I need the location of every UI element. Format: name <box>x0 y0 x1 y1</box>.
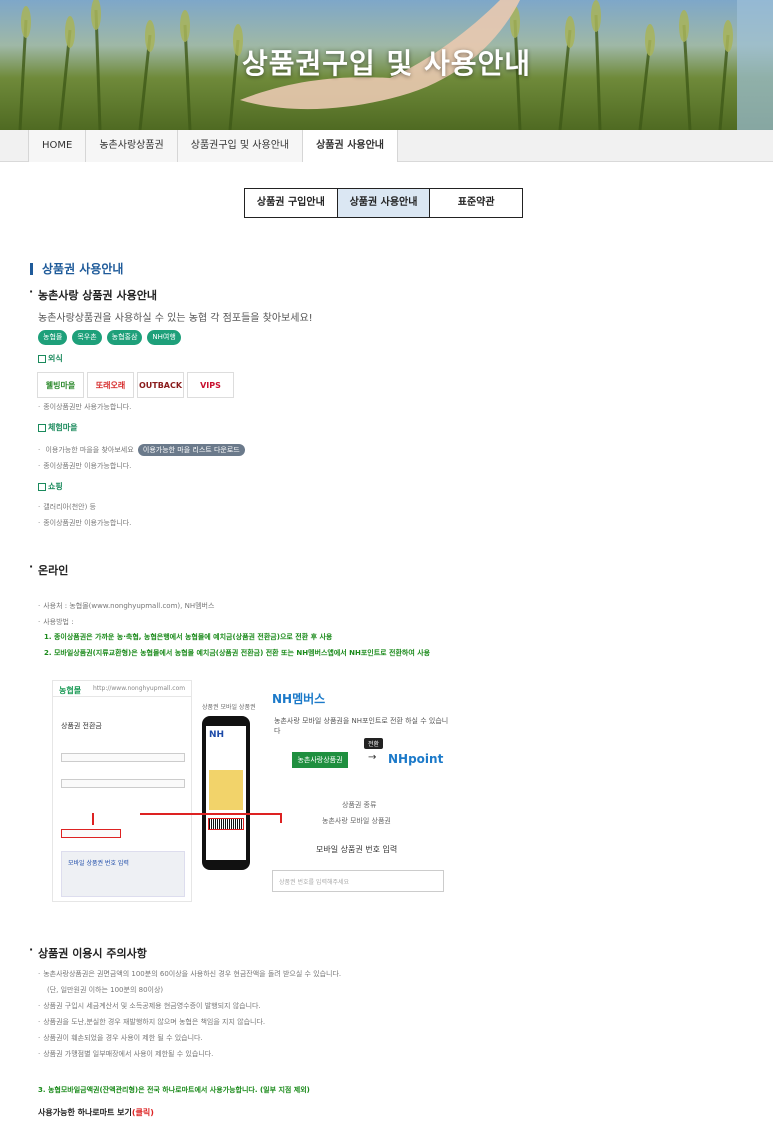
pc-url: http://www.nonghyupmall.com <box>93 685 186 692</box>
caution-item-sub: (단, 일만원권 이하는 100분의 80이상) <box>47 986 164 994</box>
caution-heading: 상품권 이용시 주의사항 <box>29 943 147 961</box>
hanaro-link[interactable]: 사용가능한 하나로마트 보기(클릭) <box>38 1107 154 1118</box>
store-chips: 농협몰 목우촌 농협홍삼 NH여행 <box>38 330 181 345</box>
convert-badge: 전환 <box>364 738 384 749</box>
phone-caption: 상품권 모바일 상품권 <box>202 704 256 711</box>
village-download-button[interactable]: 이용가능한 마을 리스트 다운로드 <box>137 444 245 456</box>
red-connector <box>92 813 94 825</box>
gift-card-image <box>209 770 243 810</box>
dining-note: 종이상품권만 사용가능합니다. <box>38 402 131 412</box>
tab-purchase-guide[interactable]: 상품권 구입안내 <box>245 189 338 217</box>
tab-usage-guide[interactable]: 상품권 사용안내 <box>337 189 431 217</box>
logo-vips[interactable]: VIPS <box>187 372 234 398</box>
hanaro-link-text[interactable]: 사용가능한 하나로마트 보기 <box>38 1108 132 1117</box>
pc-box-text: 모바일 상품권 번호 입력 <box>68 860 129 867</box>
pc-title: 상품권 전환금 <box>61 722 102 730</box>
tab-terms[interactable]: 표준약관 <box>430 189 523 217</box>
kind-value: 농촌사랑 모바일 상품권 <box>322 817 391 825</box>
gift-card-label: 농촌사랑상품권 <box>292 752 348 768</box>
caution-item: 농촌사랑상품권은 권면금액의 100분의 60이상을 사용하신 경우 현금잔액을… <box>38 969 341 979</box>
caution-item: 상품권 가맹점별 일부매장에서 사용이 제한될 수 있습니다. <box>38 1049 213 1059</box>
chip-mokwoochon[interactable]: 목우촌 <box>72 330 102 345</box>
breadcrumb: HOME 농촌사랑상품권 상품권구입 및 사용안내 상품권 사용안내 <box>28 130 398 162</box>
online-illustration: 농협몰 http://www.nonghyupmall.com 상품권 전환금 모… <box>52 676 452 902</box>
shopping-note-2: 종이상품권만 이용가능합니다. <box>38 518 131 528</box>
caution-item: 상품권을 도난,분실한 경우 재발행하지 않으며 농협은 책임을 지지 않습니다… <box>38 1017 265 1027</box>
chip-red-ginseng[interactable]: 농협홍삼 <box>106 330 143 345</box>
logo-ttoraeorae[interactable]: 또래오래 <box>87 372 134 398</box>
pc-screenshot: 농협몰 http://www.nonghyupmall.com 상품권 전환금 모… <box>52 680 192 902</box>
phone-mockup: NH <box>202 716 250 870</box>
breadcrumb-item[interactable]: 농촌사랑상품권 <box>85 130 177 162</box>
mobile-note: 3. 농협모바일금액권(잔액관리형)은 전국 하나로마트에서 사용가능합니다. … <box>38 1086 310 1094</box>
nh-members-sub: 농촌사랑 모바일 상품권을 NH포인트로 전환 하실 수 있습니다 <box>274 717 449 735</box>
shopping-note: 갤러리아(천안) 등 <box>38 502 96 512</box>
logo-outback[interactable]: OUTBACK <box>137 372 184 398</box>
pc-row <box>61 779 185 788</box>
breadcrumb-current[interactable]: 상품권 사용안내 <box>302 130 398 162</box>
caution-item: 상품권 구입시 세금계산서 및 소득공제용 현금영수증이 발행되지 않습니다. <box>38 1001 260 1011</box>
hero-banner: 상품권구입 및 사용안내 <box>0 0 773 130</box>
red-connector <box>140 813 282 815</box>
usage-heading: 농촌사랑 상품권 사용안내 <box>29 285 157 303</box>
pc-row-highlight <box>61 829 121 838</box>
kind-label: 상품권 종류 <box>342 801 377 809</box>
category-village: 체험마을 <box>38 422 77 433</box>
pc-row <box>61 753 185 762</box>
category-shopping: 쇼핑 <box>38 481 63 492</box>
chip-nonghyupmall[interactable]: 농협몰 <box>38 330 68 345</box>
barcode <box>208 818 244 830</box>
online-where: 사용처 : 농협몰(www.nonghyupmall.com), NH멤버스 <box>38 601 214 611</box>
online-step-1: 1. 종이상품권은 가까운 농·축협, 농협은행에서 농협몰에 예치금(상품권 … <box>44 633 333 641</box>
online-heading: 온라인 <box>29 560 68 578</box>
breadcrumb-home[interactable]: HOME <box>28 130 86 162</box>
dining-logos: 웰빙마을 또래오래 OUTBACK VIPS <box>37 372 234 398</box>
pc-guide-box: 모바일 상품권 번호 입력 <box>61 851 185 897</box>
nhpoint-logo: NHpoint <box>388 752 444 766</box>
input-title: 모바일 상품권 번호 입력 <box>316 845 398 854</box>
section-title: 상품권 사용안내 <box>30 263 123 275</box>
nonghyupmall-logo: 농협몰 <box>59 686 82 695</box>
voucher-number-input[interactable]: 상품권 번호를 입력해주세요 <box>272 870 444 892</box>
category-dining: 외식 <box>38 353 63 364</box>
usage-intro: 농촌사랑상품권을 사용하실 수 있는 농협 각 점포들을 찾아보세요! <box>38 313 313 324</box>
online-step-2: 2. 모바일상품권(지류교환형)은 농협몰에서 농협몰 예치금(상품권 전환금)… <box>44 649 431 657</box>
red-connector <box>280 813 282 823</box>
online-method: 사용방법 : <box>38 617 73 627</box>
breadcrumb-item[interactable]: 상품권구입 및 사용안내 <box>176 130 303 162</box>
breadcrumb-bar: HOME 농촌사랑상품권 상품권구입 및 사용안내 상품권 사용안내 <box>0 130 773 162</box>
chip-nh-travel[interactable]: NH여행 <box>147 330 181 345</box>
click-label[interactable]: (클릭) <box>132 1108 154 1117</box>
village-note: 이용가능한 마을을 찾아보세요 이용가능한 마을 리스트 다운로드 <box>38 444 245 456</box>
village-note-text: 이용가능한 마을을 찾아보세요 <box>45 446 134 454</box>
nh-members-logo: NH멤버스 <box>272 692 326 706</box>
page-title: 상품권구입 및 사용안내 <box>241 47 532 80</box>
tab-bar: 상품권 구입안내 상품권 사용안내 표준약관 <box>244 188 523 218</box>
arrow-icon: → <box>368 752 377 763</box>
logo-wellbeing[interactable]: 웰빙마을 <box>37 372 84 398</box>
village-note-2: 종이상품권만 이용가능합니다. <box>38 461 131 471</box>
caution-item: 상품권이 훼손되었을 경우 사용이 제한 될 수 있습니다. <box>38 1033 202 1043</box>
nh-logo: NH <box>209 730 225 740</box>
